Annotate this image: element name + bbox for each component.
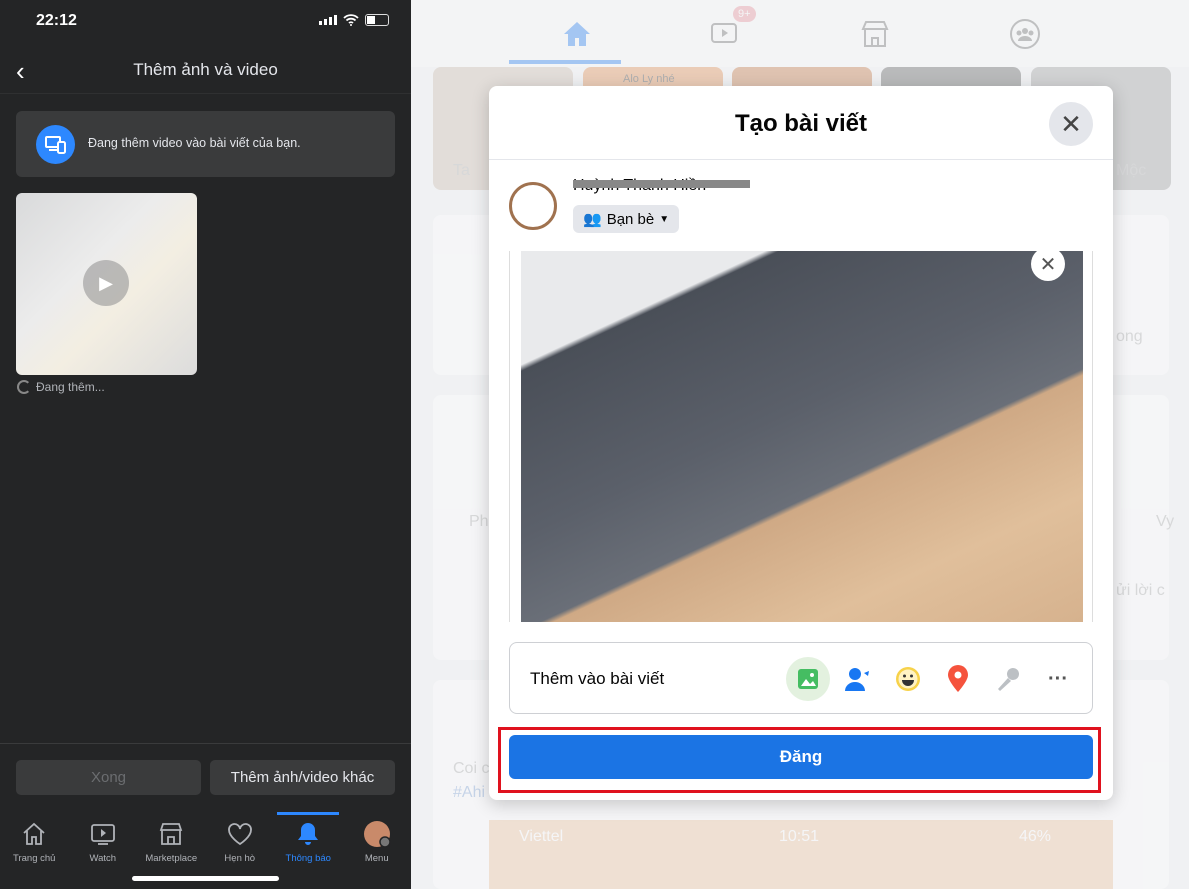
add-more-button[interactable]: Thêm ảnh/video khác: [210, 760, 395, 795]
video-thumbnail[interactable]: ▶: [16, 193, 197, 375]
ghost-text: Ph: [469, 513, 489, 530]
upload-status: Đang thêm...: [36, 380, 105, 394]
audience-label: Bạn bè: [606, 210, 655, 228]
redaction-bar: [573, 180, 750, 188]
close-button[interactable]: ✕: [1049, 102, 1093, 146]
watch-badge: 9+: [733, 6, 756, 22]
add-to-post-label: Thêm vào bài viết: [530, 669, 665, 688]
tab-label: Hẹn hò: [224, 853, 256, 864]
caret-down-icon: ▼: [659, 213, 670, 225]
media-preview: ✕: [509, 247, 1093, 622]
status-icons: [319, 14, 389, 26]
groups-icon[interactable]: [1009, 18, 1041, 50]
done-button[interactable]: Xong: [16, 760, 201, 795]
marketplace-icon: [160, 823, 183, 845]
add-to-post-icons: ···: [786, 657, 1080, 701]
divider: [0, 93, 411, 94]
divider: [489, 159, 1113, 160]
tab-menu[interactable]: Menu: [343, 812, 412, 872]
tab-label: Thông báo: [285, 853, 331, 864]
friends-icon: 👥: [583, 211, 602, 228]
audience-selector[interactable]: 👥 Bạn bè ▼: [573, 205, 680, 233]
play-icon[interactable]: ▶: [83, 260, 129, 306]
loading-spinner-icon: [17, 380, 31, 394]
tab-watch[interactable]: Watch: [69, 812, 138, 872]
home-indicator: [132, 876, 279, 881]
tab-label: Watch: [89, 853, 117, 864]
tab-label: Marketplace: [145, 853, 198, 864]
avatar-icon: [363, 821, 391, 848]
ghost-text: #Ahi: [453, 784, 486, 801]
phone-screen: 22:12 ‹ Thêm ảnh và video Đang thêm vide…: [0, 0, 411, 889]
location-icon[interactable]: [936, 657, 980, 701]
home-icon[interactable]: [561, 18, 593, 50]
close-icon: ✕: [1039, 253, 1057, 276]
bell-icon: [298, 823, 319, 845]
photo-video-icon[interactable]: [786, 657, 830, 701]
avatar: [509, 182, 557, 230]
remove-media-button[interactable]: ✕: [1031, 247, 1065, 281]
uploading-banner: Đang thêm video vào bài viết của bạn.: [16, 111, 395, 177]
dialog-title: Tạo bài viết: [734, 110, 868, 137]
create-post-dialog: Tạo bài viết ✕ Huỳnh Thanh Hiền 👥 Bạn bè…: [489, 86, 1113, 800]
tab-notifications[interactable]: Thông báo: [274, 812, 343, 872]
ghost-text: ong: [1116, 328, 1143, 345]
ghost-text: Vy: [1156, 513, 1175, 530]
heart-icon: [227, 823, 252, 846]
embedded-carrier: Viettel: [519, 828, 564, 845]
embedded-battery: 46%: [1019, 828, 1052, 845]
close-icon: ✕: [1060, 108, 1082, 139]
ghost-text: Ta: [453, 162, 470, 179]
post-button[interactable]: Đăng: [509, 735, 1093, 779]
add-to-post-bar: Thêm vào bài viết ···: [509, 642, 1093, 714]
tab-dating[interactable]: Hẹn hò: [206, 812, 275, 872]
wifi-icon: [343, 14, 359, 26]
tag-people-icon[interactable]: [836, 657, 880, 701]
feeling-icon[interactable]: [886, 657, 930, 701]
ghost-text: ửi lời c: [1116, 582, 1165, 599]
tab-label: Menu: [364, 853, 389, 864]
banner-text: Đang thêm video vào bài viết của bạn.: [88, 136, 301, 150]
ghost-text: Coi c: [453, 760, 490, 777]
home-icon: [23, 822, 45, 845]
tab-home[interactable]: Trang chủ: [0, 812, 69, 872]
microphone-icon[interactable]: [986, 657, 1030, 701]
watch-icon: [90, 824, 115, 845]
tab-label: Trang chủ: [13, 853, 56, 864]
story-caption: Alo Ly nhé: [623, 73, 675, 85]
tab-marketplace[interactable]: Marketplace: [137, 812, 206, 872]
page-title: Thêm ảnh và video: [133, 60, 278, 79]
divider: [0, 743, 411, 744]
more-icon[interactable]: ···: [1036, 657, 1080, 701]
bottom-tab-bar: Trang chủ Watch Marketplace Hẹn hò Thông…: [0, 812, 411, 872]
top-nav: [411, 0, 1189, 67]
devices-icon: [36, 125, 75, 164]
embedded-time: 10:51: [779, 828, 820, 845]
marketplace-icon[interactable]: [859, 18, 891, 50]
watch-icon[interactable]: [709, 18, 741, 50]
signal-icon: [319, 15, 337, 25]
active-nav-indicator: [509, 60, 621, 64]
embedded-screenshot: Viettel 10:51 46%: [489, 820, 1113, 889]
battery-icon: [365, 14, 389, 26]
video-preview[interactable]: [521, 251, 1083, 622]
status-time: 22:12: [36, 12, 77, 29]
ghost-text: Mộc: [1116, 162, 1147, 179]
